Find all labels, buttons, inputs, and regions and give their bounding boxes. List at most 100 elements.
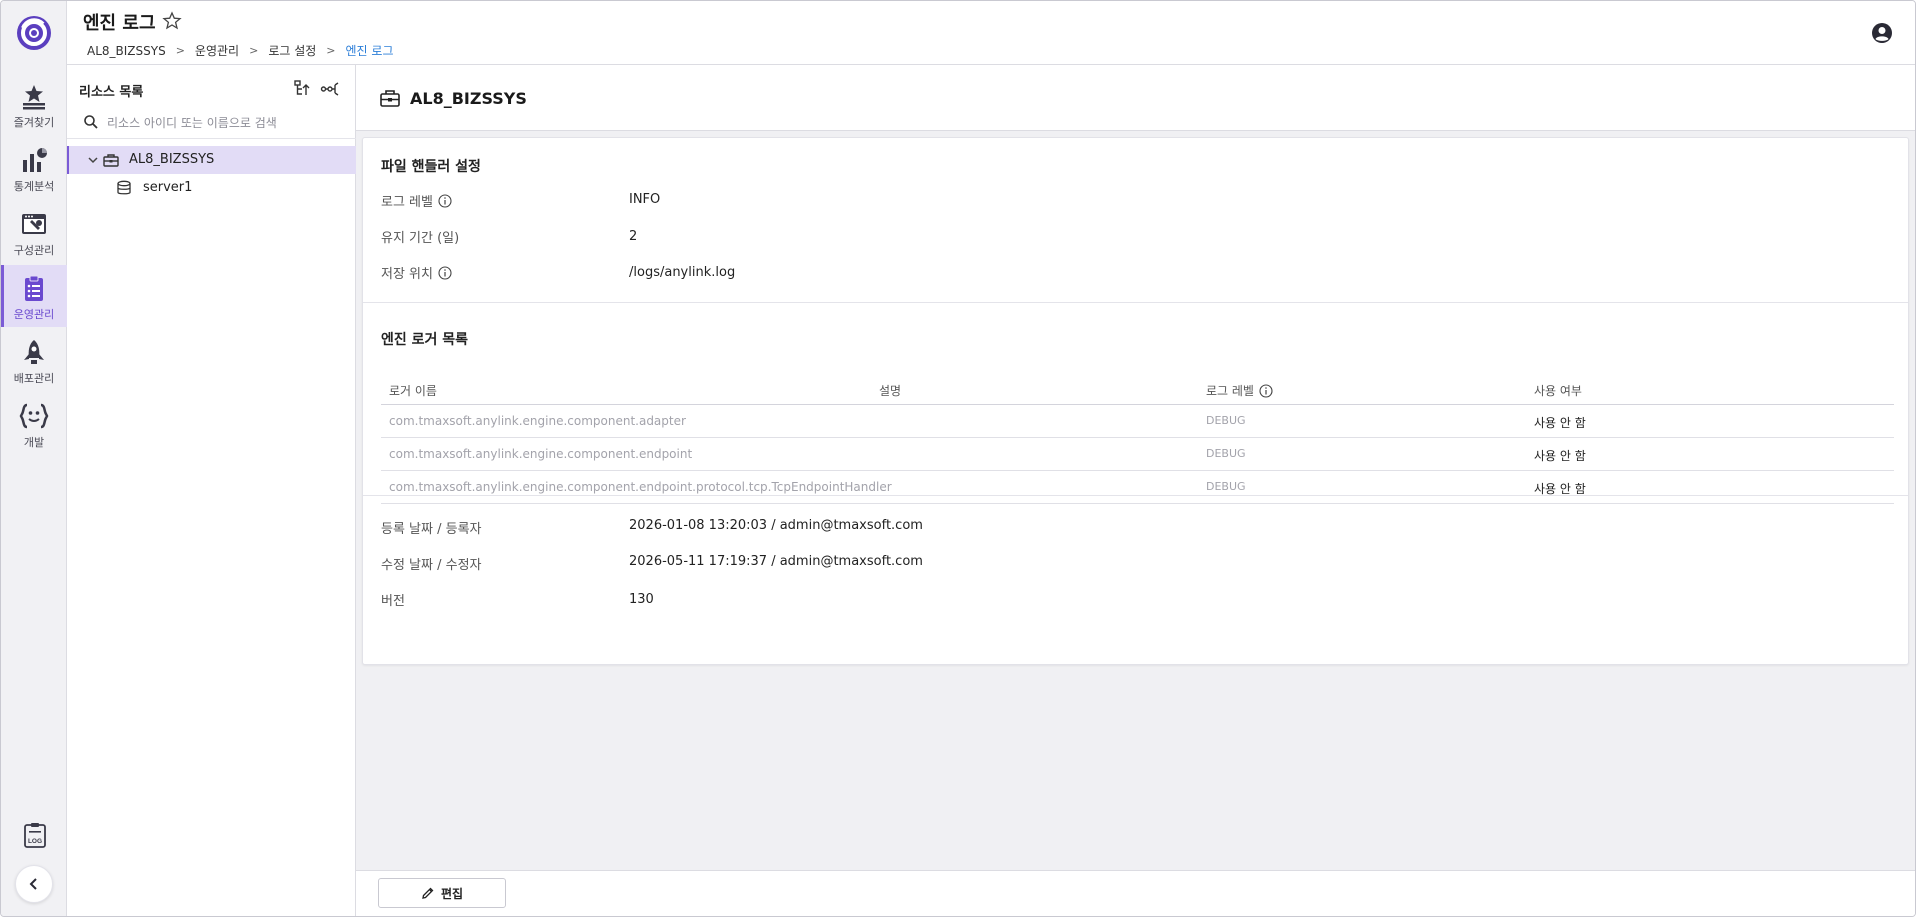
column-header-log-level[interactable]: 로그 레벨 — [1206, 382, 1273, 399]
config-tool-icon — [19, 209, 49, 239]
column-header-usage[interactable]: 사용 여부 — [1534, 382, 1582, 399]
edit-button-label: 편집 — [440, 886, 464, 901]
section-divider — [363, 495, 1908, 496]
resource-search-input[interactable] — [107, 111, 347, 135]
rocket-icon — [19, 337, 49, 367]
save-location-value: /logs/anylink.log — [629, 265, 736, 280]
breadcrumb-item[interactable]: AL8_BIZSSYS — [87, 44, 166, 58]
search-icon — [84, 115, 98, 129]
page-title: 엔진 로그 — [83, 13, 156, 34]
table-row[interactable]: com.tmaxsoft.anylink.engine.component.ad… — [381, 405, 1894, 438]
file-handler-section-title: 파일 핸들러 설정 — [381, 159, 481, 175]
nav-item-label: 배포관리 — [13, 372, 55, 385]
save-location-label: 저장 위치 — [381, 263, 452, 282]
chevron-down-icon[interactable] — [87, 154, 99, 166]
table-row[interactable]: com.tmaxsoft.anylink.engine.component.en… — [381, 471, 1894, 504]
nav-item-label: 즐겨찾기 — [13, 116, 55, 129]
table-header: 로거 이름 설명 로그 레벨 사용 여부 — [381, 370, 1894, 405]
logger-list-section-title: 엔진 로거 목록 — [381, 332, 469, 348]
field-label: 저장 위치 — [381, 267, 433, 282]
tree-expand-icon[interactable] — [293, 79, 313, 99]
logger-name-cell: com.tmaxsoft.anylink.engine.component.ad… — [389, 414, 686, 428]
clipboard-icon — [19, 273, 49, 303]
toolbox-icon — [103, 154, 119, 167]
main-content: AL8_BIZSSYS 파일 핸들러 설정 로그 레벨 INFO 유지 기간 (… — [356, 65, 1915, 916]
retention-days-label: 유지 기간 (일) — [381, 227, 459, 246]
breadcrumb-separator-icon: > — [175, 44, 185, 57]
resource-title: AL8_BIZSSYS — [410, 89, 527, 108]
created-label: 등록 날짜 / 등록자 — [381, 522, 482, 537]
app-window: 즐겨찾기 통계분석 구성관리 운영관리 배포관리 개발 LOG 엔진 로그 AL… — [0, 0, 1916, 917]
created-value: 2026-01-08 13:20:03 / admin@tmaxsoft.com — [629, 518, 923, 533]
logger-level-cell: DEBUG — [1206, 414, 1246, 427]
logger-level-cell: DEBUG — [1206, 447, 1246, 460]
nav-item-deploy[interactable]: 배포관리 — [1, 329, 67, 391]
engine-log-card: 파일 핸들러 설정 로그 레벨 INFO 유지 기간 (일) 2 저장 위치 /… — [362, 137, 1909, 665]
breadcrumb-current: 엔진 로그 — [345, 44, 394, 58]
resource-header: AL8_BIZSSYS — [356, 65, 1915, 131]
database-icon — [117, 180, 131, 195]
column-header-description[interactable]: 설명 — [879, 382, 901, 399]
retention-days-value: 2 — [629, 229, 638, 244]
logger-name-cell: com.tmaxsoft.anylink.engine.component.en… — [389, 480, 892, 494]
nav-item-statistics[interactable]: 통계분석 — [1, 137, 67, 199]
svg-text:LOG: LOG — [28, 838, 42, 845]
field-label: 로그 레벨 — [381, 195, 433, 210]
logger-usage-cell: 사용 안 함 — [1534, 416, 1586, 430]
modified-label: 수정 날짜 / 수정자 — [381, 558, 482, 573]
nav-item-dev[interactable]: 개발 — [1, 393, 67, 455]
modified-value: 2026-05-11 17:19:37 / admin@tmaxsoft.com — [629, 554, 923, 569]
user-account-icon[interactable] — [1871, 22, 1893, 44]
info-icon[interactable] — [438, 265, 452, 280]
collapse-nav-button[interactable] — [15, 865, 53, 903]
logger-table: 로거 이름 설명 로그 레벨 사용 여부 com.tmaxsoft.anylin… — [381, 370, 1894, 504]
resource-panel-title: 리소스 목록 — [79, 85, 144, 100]
logger-usage-cell: 사용 안 함 — [1534, 449, 1586, 463]
breadcrumb-item[interactable]: 운영관리 — [195, 42, 239, 59]
nav-item-config[interactable]: 구성관리 — [1, 201, 67, 263]
chart-icon — [19, 145, 49, 175]
page-header: 엔진 로그 AL8_BIZSSYS > 운영관리 > 로그 설정 > 엔진 로그 — [67, 1, 1915, 65]
column-header-label: 로그 레벨 — [1206, 384, 1254, 398]
pencil-icon — [422, 887, 434, 899]
tree-node-server[interactable]: server1 — [67, 174, 356, 202]
toolbox-icon — [380, 90, 400, 107]
nav-item-label: 개발 — [23, 436, 45, 449]
logger-name-cell: com.tmaxsoft.anylink.engine.component.en… — [389, 447, 693, 461]
nav-item-operations[interactable]: 운영관리 — [1, 265, 67, 327]
info-icon[interactable] — [1259, 383, 1273, 398]
field-label: 유지 기간 (일) — [381, 231, 460, 246]
log-level-label: 로그 레벨 — [381, 191, 452, 210]
tree-node-label: AL8_BIZSSYS — [129, 152, 215, 167]
breadcrumb: AL8_BIZSSYS > 운영관리 > 로그 설정 > 엔진 로그 — [87, 42, 394, 59]
code-braces-icon — [19, 401, 49, 431]
tree-connect-icon[interactable] — [320, 79, 340, 99]
resource-search — [67, 107, 356, 139]
breadcrumb-separator-icon: > — [326, 44, 336, 57]
star-list-icon — [19, 81, 49, 111]
logger-level-cell: DEBUG — [1206, 480, 1246, 493]
info-icon[interactable] — [438, 193, 452, 208]
favorite-star-icon[interactable] — [162, 11, 182, 31]
nav-item-label: 구성관리 — [13, 244, 55, 257]
resource-panel: 리소스 목록 리소스 아이디 또는 이름으로 검색 AL8_BIZSSYS se… — [67, 65, 356, 916]
app-logo-icon[interactable] — [15, 14, 53, 52]
nav-item-favorites[interactable]: 즐겨찾기 — [1, 73, 67, 135]
tree-node-label: server1 — [143, 180, 193, 195]
nav-rail: 즐겨찾기 통계분석 구성관리 운영관리 배포관리 개발 LOG — [1, 1, 67, 916]
edit-button[interactable]: 편집 — [378, 878, 506, 908]
chevron-left-icon — [29, 878, 37, 890]
log-clipboard-icon[interactable]: LOG — [23, 822, 47, 848]
table-row[interactable]: com.tmaxsoft.anylink.engine.component.en… — [381, 438, 1894, 471]
log-level-value: INFO — [629, 192, 661, 207]
nav-item-label: 통계분석 — [13, 180, 55, 193]
version-label: 버전 — [381, 594, 405, 609]
breadcrumb-separator-icon: > — [249, 44, 259, 57]
version-value: 130 — [629, 592, 654, 607]
action-footer: 편집 — [356, 870, 1915, 916]
section-divider — [363, 302, 1908, 303]
breadcrumb-item[interactable]: 로그 설정 — [268, 42, 316, 59]
tree-node-root[interactable]: AL8_BIZSSYS — [67, 146, 356, 174]
nav-item-label: 운영관리 — [13, 308, 55, 321]
column-header-logger-name[interactable]: 로거 이름 — [389, 382, 437, 399]
